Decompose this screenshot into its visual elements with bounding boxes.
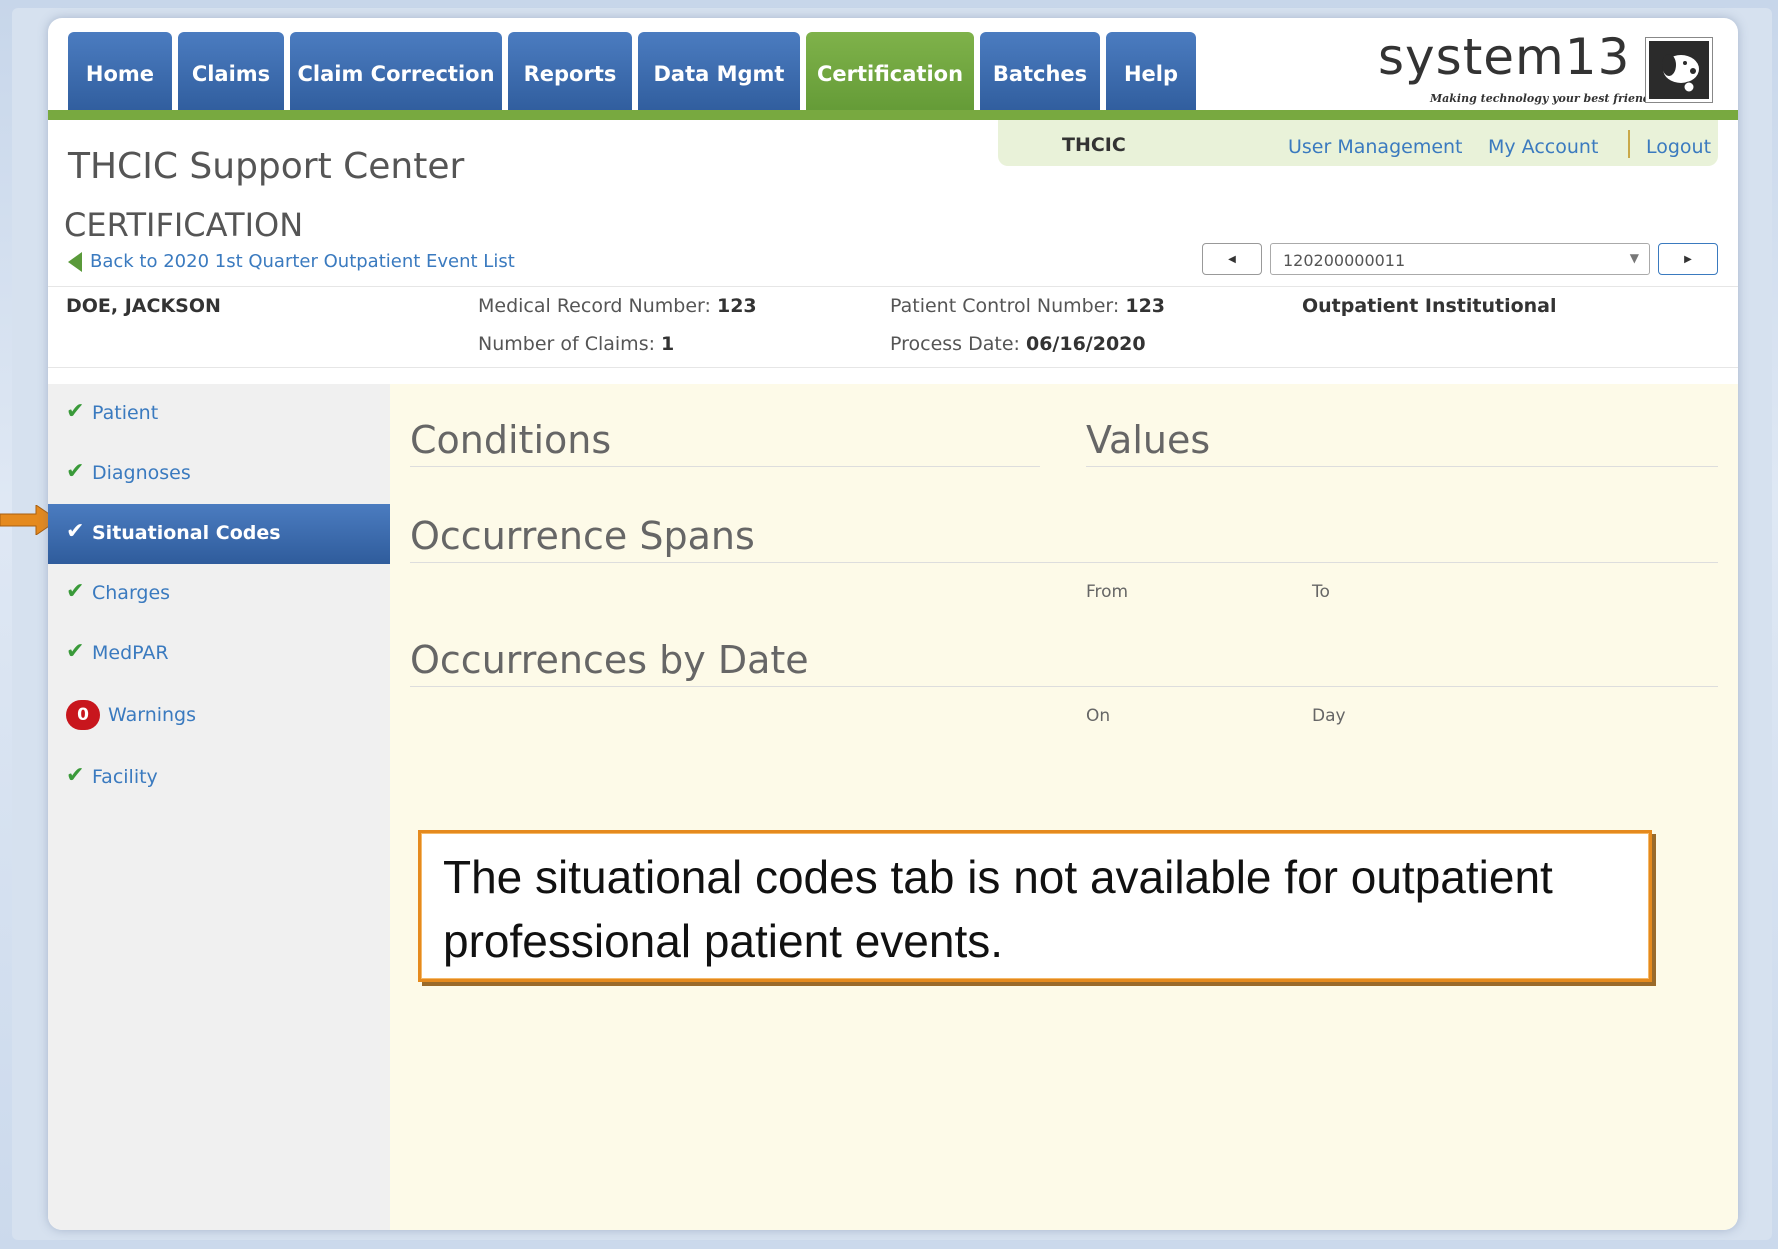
account-bar: THCIC User Management My Account Logout: [998, 120, 1718, 166]
tab-home[interactable]: Home: [68, 32, 172, 116]
sidebar-item-label: Facility: [92, 766, 158, 788]
my-account-link[interactable]: My Account: [1488, 136, 1598, 158]
sidebar-item-facility[interactable]: ✔ Facility: [48, 748, 390, 806]
process-date: Process Date: 06/16/2020: [890, 333, 1146, 355]
back-link[interactable]: Back to 2020 1st Quarter Outpatient Even…: [68, 251, 515, 272]
sidebar-item-label: MedPAR: [92, 642, 169, 664]
nav-underline: [48, 110, 1738, 120]
sidebar-item-medpar[interactable]: ✔ MedPAR: [48, 624, 390, 682]
record-select-value: 120200000011: [1283, 251, 1406, 270]
section-title: CERTIFICATION: [64, 206, 304, 244]
warnings-count-badge: 0: [66, 700, 100, 730]
patient-control-number: Patient Control Number: 123: [890, 295, 1166, 317]
logout-link[interactable]: Logout: [1646, 136, 1711, 158]
tab-batches[interactable]: Batches: [980, 32, 1100, 116]
system13-logo: system13 Making technology your best fri…: [1378, 28, 1713, 112]
tab-help[interactable]: Help: [1106, 32, 1196, 116]
sidebar-item-label: Diagnoses: [92, 462, 191, 484]
sidebar-item-warnings[interactable]: 0 Warnings: [48, 686, 390, 744]
occurrences-by-date-heading: Occurrences by Date: [410, 638, 809, 682]
sidebar-item-label: Warnings: [108, 704, 197, 726]
check-icon: ✔: [66, 399, 85, 424]
top-nav: Home Claims Claim Correction Reports Dat…: [48, 18, 1738, 116]
occurrence-spans-heading: Occurrence Spans: [410, 514, 755, 558]
caret-right-icon: ▶: [1684, 253, 1692, 265]
logo-word: system13: [1378, 28, 1631, 86]
next-record-button[interactable]: ▶: [1658, 243, 1718, 275]
tab-claim-correction[interactable]: Claim Correction: [290, 32, 502, 116]
sidebar-item-diagnoses[interactable]: ✔ Diagnoses: [48, 444, 390, 502]
logo-tagline: Making technology your best friend.: [1430, 92, 1655, 105]
values-rule: [1086, 466, 1718, 467]
values-heading: Values: [1086, 418, 1211, 462]
from-column-header: From: [1086, 582, 1129, 602]
tab-data-mgmt[interactable]: Data Mgmt: [638, 32, 800, 116]
on-column-header: On: [1086, 706, 1111, 726]
sidebar-item-label: Charges: [92, 582, 171, 604]
conditions-heading: Conditions: [410, 418, 612, 462]
check-icon: ✔: [66, 763, 85, 788]
prev-record-button[interactable]: ◀: [1202, 243, 1262, 275]
situational-codes-panel: Conditions Values Occurrence Spans From …: [390, 384, 1738, 1230]
callout-text: The situational codes tab is not availab…: [443, 851, 1553, 967]
sidebar-item-charges[interactable]: ✔ Charges: [48, 564, 390, 622]
dog-logo-icon: [1645, 37, 1713, 103]
sidebar-item-situational-codes[interactable]: ✔ Situational Codes: [48, 504, 390, 564]
sidebar-item-label: Patient: [92, 402, 159, 424]
back-link-label: Back to 2020 1st Quarter Outpatient Even…: [90, 251, 515, 272]
tab-certification[interactable]: Certification: [806, 32, 974, 116]
conditions-rule: [410, 466, 1040, 467]
claim-type: Outpatient Institutional: [1302, 295, 1557, 317]
check-icon: ✔: [66, 579, 85, 604]
app-page: Home Claims Claim Correction Reports Dat…: [48, 18, 1738, 1230]
number-of-claims: Number of Claims: 1: [478, 333, 675, 355]
patient-info-bar: DOE, JACKSON Medical Record Number: 123 …: [48, 286, 1738, 368]
patient-name: DOE, JACKSON: [66, 295, 221, 317]
org-name: THCIC: [1062, 134, 1126, 156]
section-sidebar: ✔ Patient ✔ Diagnoses ✔ Situational Code…: [48, 384, 390, 1230]
annotation-callout: The situational codes tab is not availab…: [418, 830, 1652, 982]
user-management-link[interactable]: User Management: [1288, 136, 1463, 158]
check-icon: ✔: [66, 639, 85, 664]
sidebar-item-label: Situational Codes: [92, 522, 281, 544]
back-arrow-icon: [68, 252, 82, 272]
occurrences-by-date-rule: [410, 686, 1718, 687]
sidebar-item-patient[interactable]: ✔ Patient: [48, 384, 390, 442]
occurrence-spans-rule: [410, 562, 1718, 563]
record-select[interactable]: 120200000011 ▼: [1270, 243, 1650, 275]
tab-reports[interactable]: Reports: [508, 32, 632, 116]
to-column-header: To: [1312, 582, 1330, 602]
caret-left-icon: ◀: [1228, 253, 1236, 265]
check-icon: ✔: [66, 519, 85, 544]
day-column-header: Day: [1312, 706, 1346, 726]
check-icon: ✔: [66, 459, 85, 484]
account-divider: [1628, 130, 1630, 158]
tab-claims[interactable]: Claims: [178, 32, 284, 116]
chevron-down-icon: ▼: [1629, 251, 1639, 265]
medical-record-number: Medical Record Number: 123: [478, 295, 757, 317]
page-title: THCIC Support Center: [68, 146, 465, 187]
